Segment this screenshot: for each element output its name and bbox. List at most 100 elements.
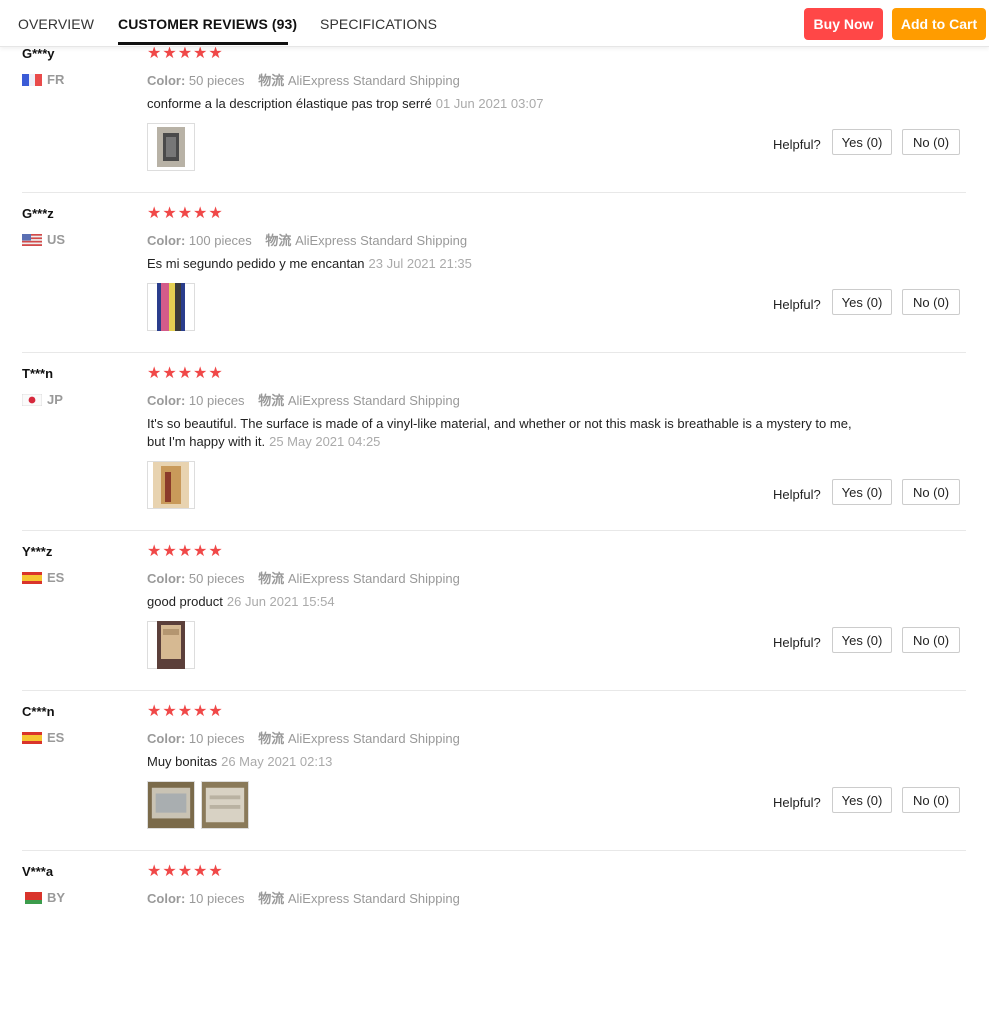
helpful-no-button[interactable]: No (0) [902, 289, 960, 315]
review-text: Muy bonitas 26 May 2021 02:13 [147, 753, 872, 771]
helpful-label: Helpful? [773, 635, 821, 650]
review-text: It's so beautiful. The surface is made o… [147, 415, 872, 451]
helpful-no-button[interactable]: No (0) [902, 787, 960, 813]
color-label: Color: [147, 891, 186, 906]
review-divider [22, 530, 966, 531]
review-item: G***y FR ★★★★★ Color: 50 pieces 物流 AliExpr… [0, 45, 989, 205]
shipping-label: 物流 [258, 393, 285, 408]
review-divider [22, 850, 966, 851]
helpful-yes-button[interactable]: Yes (0) [832, 787, 892, 813]
country-flag-icon [22, 731, 42, 744]
color-value: 10 pieces [188, 393, 245, 408]
color-label: Color: [147, 731, 186, 746]
shipping-value: AliExpress Standard Shipping [287, 891, 460, 906]
review-photos [147, 781, 249, 829]
review-body: good product [147, 594, 223, 609]
review-divider [22, 352, 966, 353]
reviewer-country: FR [47, 72, 65, 87]
review-photos [147, 283, 195, 331]
color-label: Color: [147, 393, 186, 408]
review-photos [147, 461, 195, 509]
review-photo-thumbnail[interactable] [201, 781, 249, 829]
reviewer-country: BY [47, 890, 66, 905]
helpful-no-button[interactable]: No (0) [902, 129, 960, 155]
helpful-yes-button[interactable]: Yes (0) [832, 627, 892, 653]
color-value: 10 pieces [188, 891, 245, 906]
active-tab-indicator [118, 42, 288, 45]
add-to-cart-button[interactable]: Add to Cart [892, 8, 986, 40]
helpful-yes-button[interactable]: Yes (0) [832, 129, 892, 155]
review-attributes: Color: 100 pieces 物流 AliExpress Standard… [147, 230, 467, 249]
review-item: V***a BY ★★★★★ Color: 10 pieces 物流 AliExpr… [0, 863, 989, 1023]
review-date: 26 Jun 2021 15:54 [226, 594, 335, 609]
review-date: 25 May 2021 04:25 [269, 434, 381, 449]
country-flag-icon [22, 73, 42, 86]
review-item: Y***z ES ★★★★★ Color: 50 pieces 物流 AliExpr… [0, 543, 989, 703]
review-item: G***z US ★★★★★ Color: 100 pieces 物流 AliExp… [0, 205, 989, 365]
reviewer-country: US [47, 232, 66, 247]
reviewer-name: G***y [22, 46, 55, 61]
shipping-label: 物流 [258, 73, 285, 88]
reviewer-name: C***n [22, 704, 55, 719]
reviewer-country: JP [47, 392, 63, 407]
star-rating: ★★★★★ [147, 205, 224, 222]
helpful-yes-button[interactable]: Yes (0) [832, 289, 892, 315]
review-body: It's so beautiful. The surface is made o… [147, 416, 852, 449]
color-label: Color: [147, 233, 186, 248]
tab-customer-reviews[interactable]: CUSTOMER REVIEWS (93) [118, 16, 297, 32]
review-photo-thumbnail[interactable] [147, 461, 195, 509]
review-attributes: Color: 10 pieces 物流 AliExpress Standard … [147, 728, 460, 747]
review-body: Es mi segundo pedido y me encantan [147, 256, 365, 271]
review-attributes: Color: 50 pieces 物流 AliExpress Standard … [147, 70, 460, 89]
shipping-value: AliExpress Standard Shipping [287, 731, 460, 746]
review-body: conforme a la description élastique pas … [147, 96, 432, 111]
shipping-label: 物流 [258, 891, 285, 906]
review-photo-thumbnail[interactable] [147, 781, 195, 829]
color-value: 10 pieces [188, 731, 245, 746]
review-date: 01 Jun 2021 03:07 [435, 96, 544, 111]
color-value: 100 pieces [188, 233, 252, 248]
review-text: Es mi segundo pedido y me encantan 23 Jul… [147, 255, 872, 273]
shipping-value: AliExpress Standard Shipping [287, 393, 460, 408]
star-rating: ★★★★★ [147, 703, 224, 720]
review-divider [22, 690, 966, 691]
shipping-value: AliExpress Standard Shipping [295, 233, 468, 248]
helpful-yes-button[interactable]: Yes (0) [832, 479, 892, 505]
country-flag-icon [22, 571, 42, 584]
review-body: Muy bonitas [147, 754, 218, 769]
helpful-label: Helpful? [773, 795, 821, 810]
review-attributes: Color: 10 pieces 物流 AliExpress Standard … [147, 390, 460, 409]
tab-specifications[interactable]: SPECIFICATIONS [320, 16, 437, 32]
review-divider [22, 192, 966, 193]
reviewer-country: ES [47, 570, 65, 585]
shipping-label: 物流 [265, 233, 292, 248]
review-photo-thumbnail[interactable] [147, 283, 195, 331]
review-photo-thumbnail[interactable] [147, 123, 195, 171]
review-text: conforme a la description élastique pas … [147, 95, 872, 113]
reviewer-name: T***n [22, 366, 54, 381]
buy-now-button[interactable]: Buy Now [804, 8, 883, 40]
shipping-label: 物流 [258, 731, 285, 746]
reviewer-name: G***z [22, 206, 54, 221]
review-text: good product 26 Jun 2021 15:54 [147, 593, 872, 611]
review-photo-thumbnail[interactable] [147, 621, 195, 669]
color-value: 50 pieces [188, 571, 245, 586]
review-photos [147, 621, 195, 669]
helpful-label: Helpful? [773, 487, 821, 502]
reviewer-name: Y***z [22, 544, 53, 559]
country-flag-icon [22, 233, 42, 246]
color-label: Color: [147, 571, 186, 586]
review-attributes: Color: 50 pieces 物流 AliExpress Standard … [147, 568, 460, 587]
helpful-label: Helpful? [773, 137, 821, 152]
country-flag-icon [22, 891, 42, 904]
star-rating: ★★★★★ [147, 45, 224, 62]
helpful-no-button[interactable]: No (0) [902, 627, 960, 653]
shipping-value: AliExpress Standard Shipping [287, 73, 460, 88]
country-flag-icon [21, 393, 43, 407]
helpful-no-button[interactable]: No (0) [902, 479, 960, 505]
color-label: Color: [147, 73, 186, 88]
review-attributes: Color: 10 pieces 物流 AliExpress Standard … [147, 888, 460, 907]
review-item: C***n ES ★★★★★ Color: 10 pieces 物流 AliExpr… [0, 703, 989, 863]
product-tab-bar: OVERVIEW CUSTOMER REVIEWS (93) SPECIFICA… [0, 0, 989, 47]
tab-overview[interactable]: OVERVIEW [18, 16, 94, 32]
